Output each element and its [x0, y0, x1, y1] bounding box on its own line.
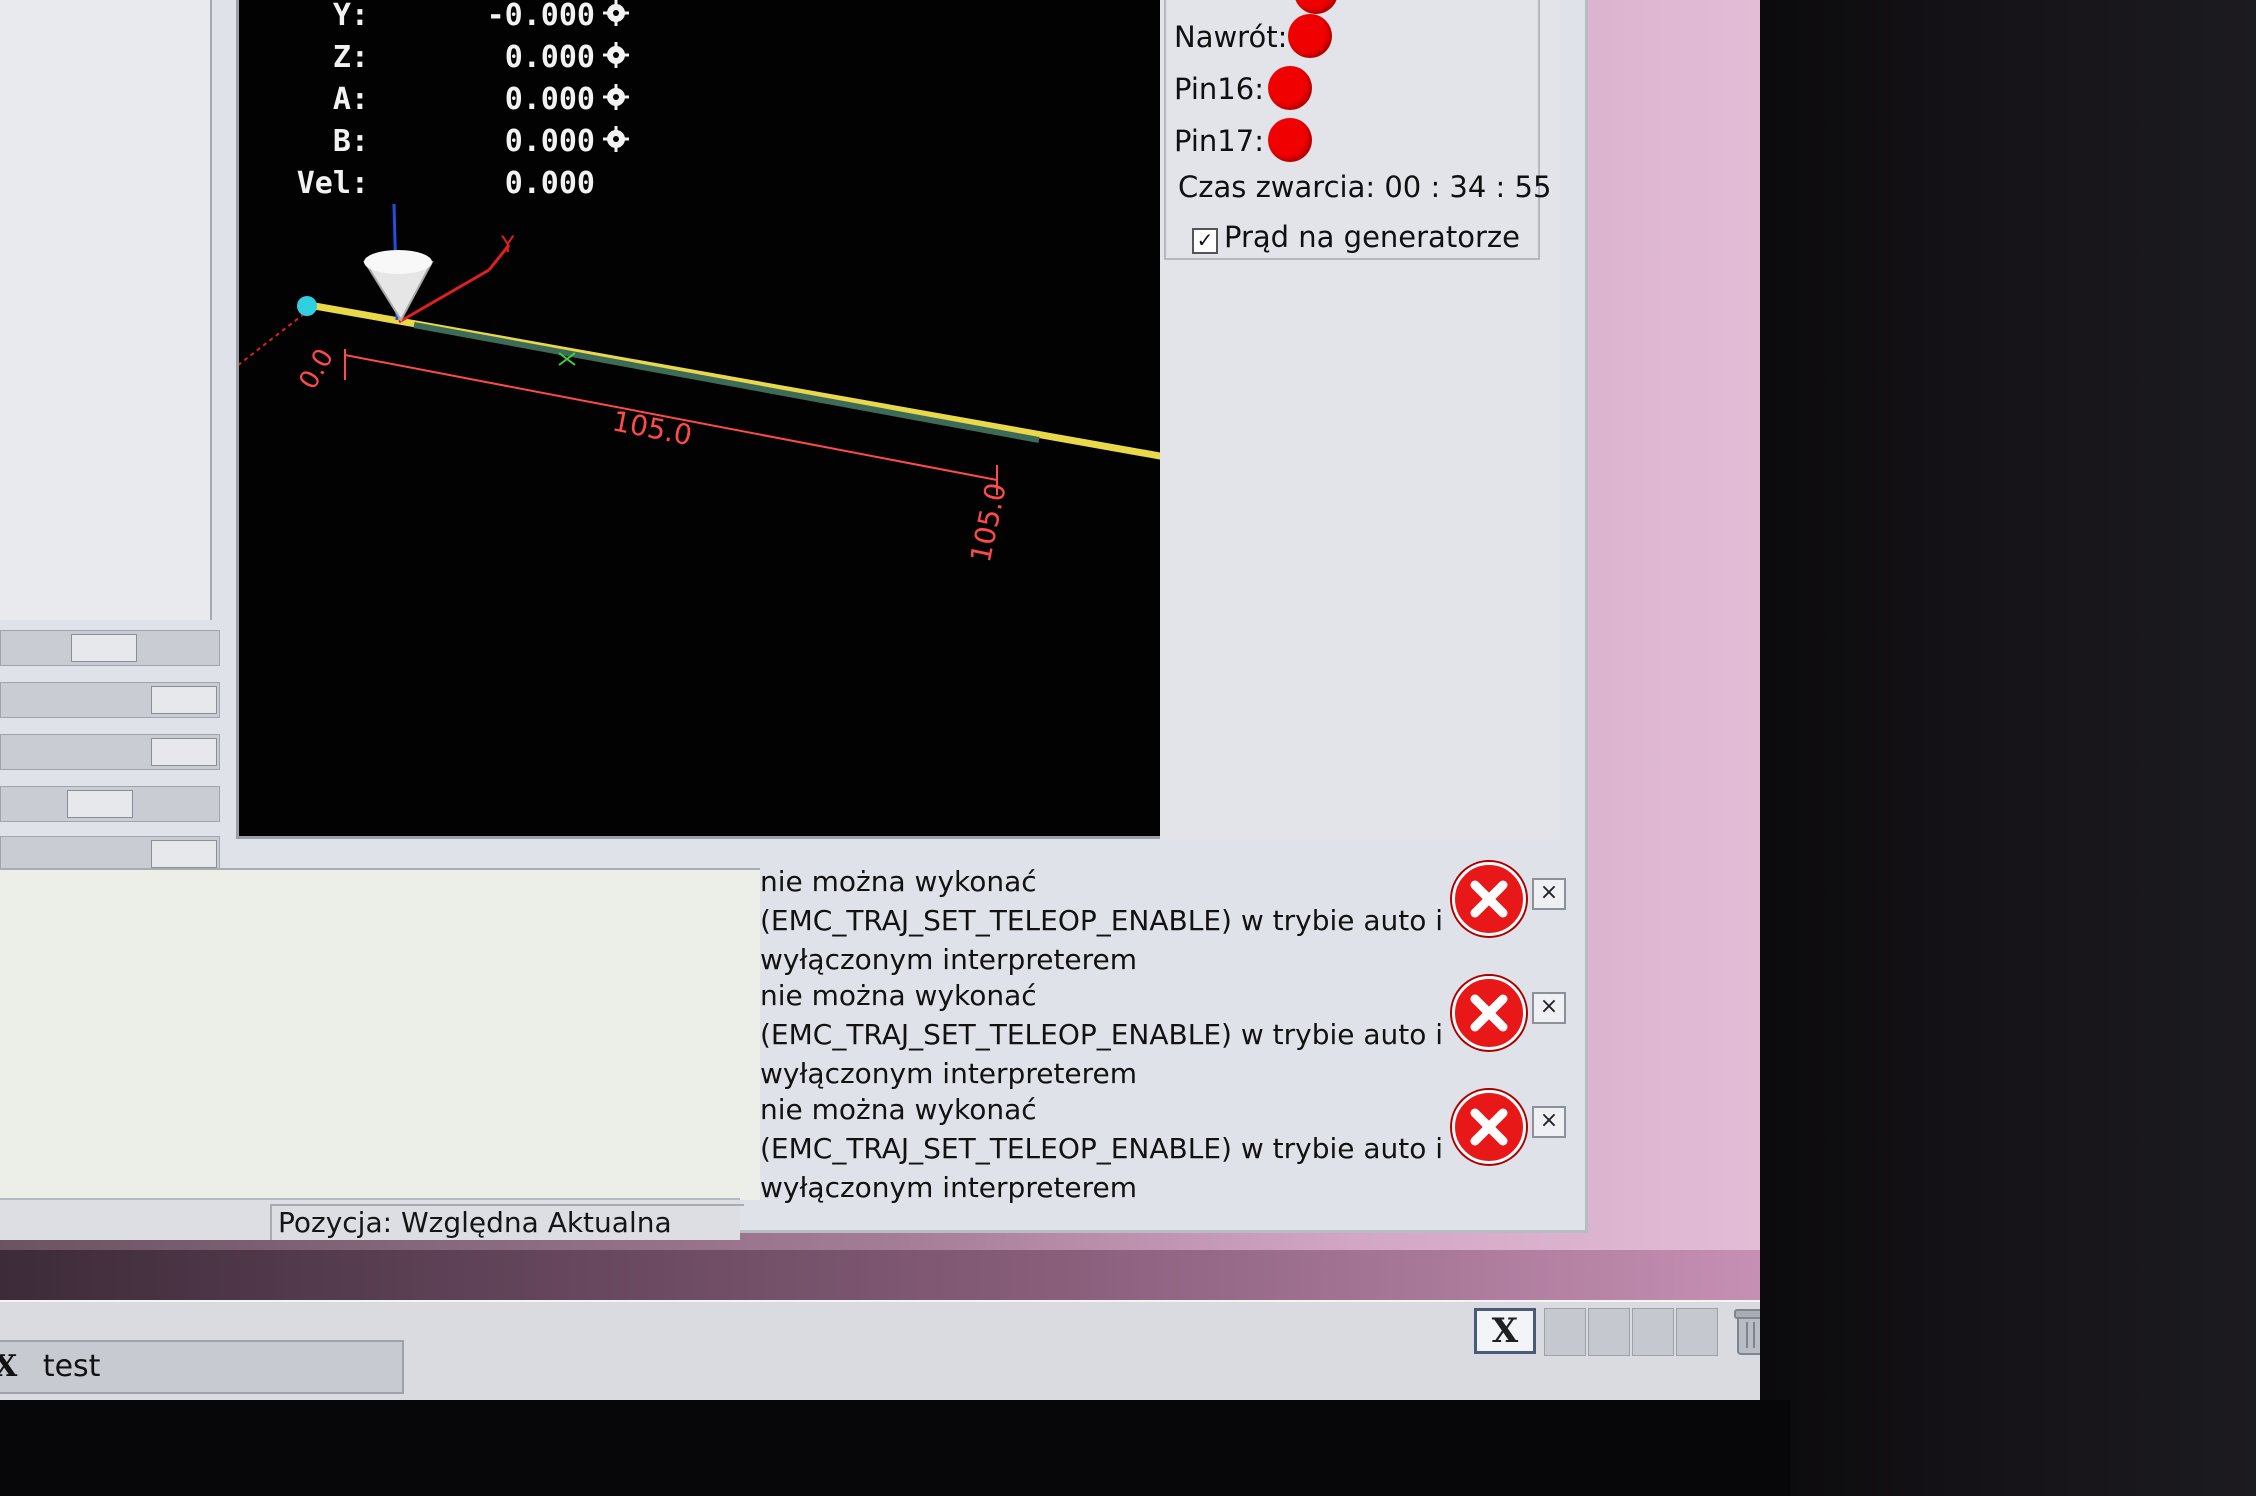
- slider-thumb[interactable]: [151, 840, 217, 868]
- taskbar: X test X: [0, 1300, 1790, 1400]
- error-message-2: nie można wykonać (EMC_TRAJ_SET_TELEOP_E…: [760, 976, 1566, 1093]
- toolpath-preview[interactable]: Y 0.0 105.0 105.0 Y: -0.000 Z: 0.000 A: …: [236, 0, 1166, 839]
- dro-label: A:: [332, 82, 369, 117]
- tool-cone-top: [364, 250, 432, 274]
- x-app-icon: X: [0, 1349, 18, 1384]
- dim-label-start: 0.0: [293, 344, 340, 395]
- dismiss-message-button[interactable]: ×: [1532, 1106, 1566, 1138]
- screen: Y 0.0 105.0 105.0 Y: -0.000 Z: 0.000 A: …: [0, 0, 1790, 1400]
- status-led-pin17: [1268, 118, 1312, 162]
- error-icon: [1452, 1090, 1526, 1164]
- override-slider-5[interactable]: [0, 836, 220, 872]
- x-server-icon[interactable]: X: [1474, 1308, 1536, 1354]
- homed-crosshair-icon: [603, 84, 629, 110]
- error-message-1: nie można wykonać (EMC_TRAJ_SET_TELEOP_E…: [760, 862, 1566, 979]
- generator-current-label: Prąd na generatorze: [1224, 220, 1520, 254]
- app-window: Y 0.0 105.0 105.0 Y: -0.000 Z: 0.000 A: …: [0, 0, 1588, 1240]
- error-message-3: nie można wykonać (EMC_TRAJ_SET_TELEOP_E…: [760, 1090, 1566, 1207]
- position-mode-status: Pozycja: Względna Aktualna: [270, 1204, 744, 1240]
- workspace-switcher-1[interactable]: [1544, 1308, 1586, 1356]
- override-slider-4[interactable]: [0, 786, 220, 822]
- slider-thumb[interactable]: [71, 634, 137, 662]
- dismiss-message-button[interactable]: ×: [1532, 992, 1566, 1024]
- message-line: wyłączonym interpreterem: [760, 1171, 1138, 1204]
- gcode-text-area[interactable]: [0, 868, 760, 1200]
- generator-current-checkbox[interactable]: ✓: [1192, 228, 1218, 254]
- message-line: (EMC_TRAJ_SET_TELEOP_ENABLE) w trybie au…: [760, 1018, 1444, 1051]
- dro-label: Vel:: [296, 166, 369, 201]
- homed-crosshair-icon: [603, 126, 629, 152]
- dro-label: Z:: [332, 40, 369, 75]
- homed-crosshair-icon: [603, 42, 629, 68]
- message-line: wyłączonym interpreterem: [760, 943, 1138, 976]
- workspace-switcher-2[interactable]: [1588, 1308, 1630, 1356]
- dim-label-middle: 105.0: [610, 404, 695, 452]
- error-icon: [1452, 976, 1526, 1050]
- pin-status-box: Nawrót: Pin16: Pin17: Czas zwarcia: 00 :…: [1164, 0, 1551, 260]
- dro-value: -0.000: [486, 0, 595, 33]
- pin-label-pin17: Pin17:: [1174, 124, 1264, 158]
- system-tray: X: [1470, 1302, 1780, 1356]
- status-led: [1294, 0, 1338, 14]
- toolpath-segment: [413, 322, 1040, 443]
- message-line: (EMC_TRAJ_SET_TELEOP_ENABLE) w trybie au…: [760, 904, 1444, 937]
- status-led-nawrot: [1288, 14, 1332, 58]
- dismiss-message-button[interactable]: ×: [1532, 878, 1566, 910]
- message-line: nie można wykonać: [760, 865, 1037, 898]
- left-control-panel: [0, 0, 212, 620]
- pin-label-nawrot: Nawrót:: [1174, 20, 1288, 54]
- dim-label-end: 105.0: [964, 480, 1013, 565]
- pin-label-pin16: Pin16:: [1174, 72, 1264, 106]
- monitor-bezel: [1760, 0, 2256, 1496]
- y-axis-label: Y: [500, 233, 515, 258]
- taskbar-window-label: test: [42, 1349, 101, 1384]
- override-slider-3[interactable]: [0, 734, 220, 770]
- override-slider-2[interactable]: [0, 682, 220, 718]
- status-bar: Pozycja: Względna Aktualna: [0, 1198, 744, 1240]
- slider-thumb[interactable]: [151, 686, 217, 714]
- workspace-switcher-4[interactable]: [1676, 1308, 1718, 1356]
- override-slider-1[interactable]: [0, 630, 220, 666]
- workspace-switcher-3[interactable]: [1632, 1308, 1674, 1356]
- origin-marker-icon: [297, 296, 317, 316]
- dro-label: Y:: [332, 0, 369, 33]
- message-line: nie można wykonać: [760, 1093, 1037, 1126]
- homed-crosshair-icon: [603, 0, 629, 26]
- status-led-pin16: [1268, 66, 1312, 110]
- message-line: wyłączonym interpreterem: [760, 1057, 1138, 1090]
- error-icon: [1452, 862, 1526, 936]
- slider-group: [0, 630, 222, 872]
- slider-thumb[interactable]: [151, 738, 217, 766]
- dro-value: 0.000: [504, 166, 595, 201]
- message-line: (EMC_TRAJ_SET_TELEOP_ENABLE) w trybie au…: [760, 1132, 1444, 1165]
- short-circuit-time: Czas zwarcia: 00 : 34 : 55: [1178, 170, 1552, 204]
- dro-value: 0.000: [504, 124, 595, 159]
- message-line: nie można wykonać: [760, 979, 1037, 1012]
- dro-label: B:: [332, 124, 369, 159]
- preview-canvas: Y 0.0 105.0 105.0: [239, 203, 1163, 565]
- dro-value: 0.000: [504, 40, 595, 75]
- taskbar-window-button[interactable]: X test: [0, 1340, 404, 1394]
- dro-value: 0.000: [504, 82, 595, 117]
- monitor-bezel-bottom: [0, 1400, 1790, 1496]
- pin-status-panel: Nawrót: Pin16: Pin17: Czas zwarcia: 00 :…: [1160, 0, 1560, 840]
- slider-thumb[interactable]: [67, 790, 133, 818]
